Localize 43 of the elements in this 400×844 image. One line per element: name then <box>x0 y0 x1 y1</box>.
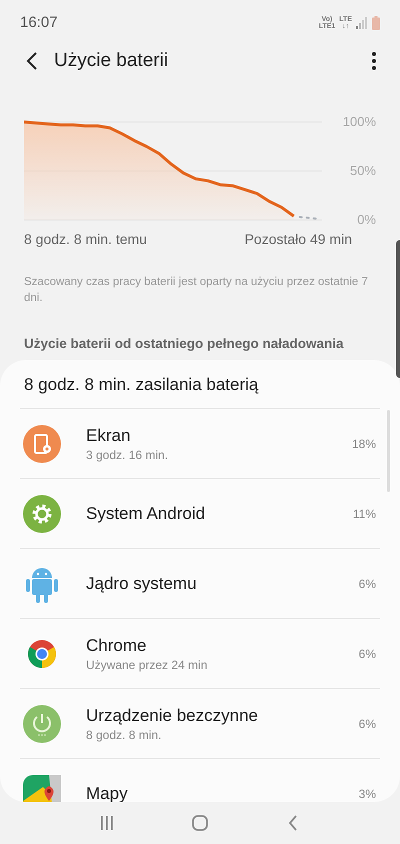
signal-icon <box>356 17 368 29</box>
back-icon <box>288 815 298 832</box>
y-axis-label: 0% <box>357 213 376 227</box>
map-pin-icon <box>23 774 61 802</box>
more-options-icon[interactable] <box>370 52 378 70</box>
app-name: System Android <box>86 502 206 525</box>
app-name: Mapy <box>86 782 129 802</box>
back-icon <box>26 52 38 70</box>
app-usage-row[interactable]: System Android 11% <box>20 478 380 548</box>
app-usage-row[interactable]: Chrome Używane przez 24 min 6% <box>20 618 380 688</box>
app-name: Jądro systemu <box>86 572 198 595</box>
section-title: Użycie baterii od ostatniego pełnego naładowania <box>23 335 345 353</box>
usage-percent: 11% <box>352 506 376 523</box>
app-name: Chrome <box>86 634 148 657</box>
page-title: Użycie baterii <box>54 48 168 73</box>
usage-percent: 6% <box>358 646 376 663</box>
chart-start-label: 8 godz. 8 min. temu <box>24 230 147 249</box>
recent-apps-icon <box>100 816 114 830</box>
usage-time: 8 godz. 8 min. <box>86 726 162 743</box>
total-usage-title: 8 godz. 8 min. zasilania baterią <box>23 374 260 396</box>
phone-gear-icon <box>23 424 61 463</box>
usage-percent: 3% <box>358 786 376 802</box>
battery-icon <box>372 16 380 30</box>
usage-percent: 6% <box>358 716 376 733</box>
usage-percent: 6% <box>358 576 376 593</box>
status-time: 16:07 <box>20 12 58 33</box>
usage-time: Używane przez 24 min <box>86 656 208 673</box>
home-icon <box>192 815 208 832</box>
app-name: Ekran <box>86 424 132 447</box>
gear-icon <box>23 494 61 533</box>
app-usage-row[interactable]: Ekran 3 godz. 16 min. 18% <box>20 408 380 478</box>
y-axis-label: 50% <box>350 164 376 178</box>
app-usage-row[interactable]: Mapy 3% <box>20 758 380 802</box>
remaining-time-label: Pozostało 49 min <box>244 230 352 249</box>
estimate-note: Szacowany czas pracy baterii jest oparty na użyciu przez ostatnie 7 dni. <box>23 275 369 306</box>
app-usage-row[interactable]: Urządzenie bezczynne 8 godz. 8 min. 6% <box>20 688 380 758</box>
browser-logo-icon <box>27 638 57 669</box>
usage-time: 3 godz. 16 min. <box>86 446 170 463</box>
power-icon <box>23 704 61 743</box>
usage-percent: 18% <box>352 436 376 453</box>
app-usage-row[interactable]: Jądro systemu 6% <box>20 548 380 618</box>
y-axis-label: 100% <box>342 115 376 129</box>
app-name: Urządzenie bezczynne <box>86 704 259 727</box>
